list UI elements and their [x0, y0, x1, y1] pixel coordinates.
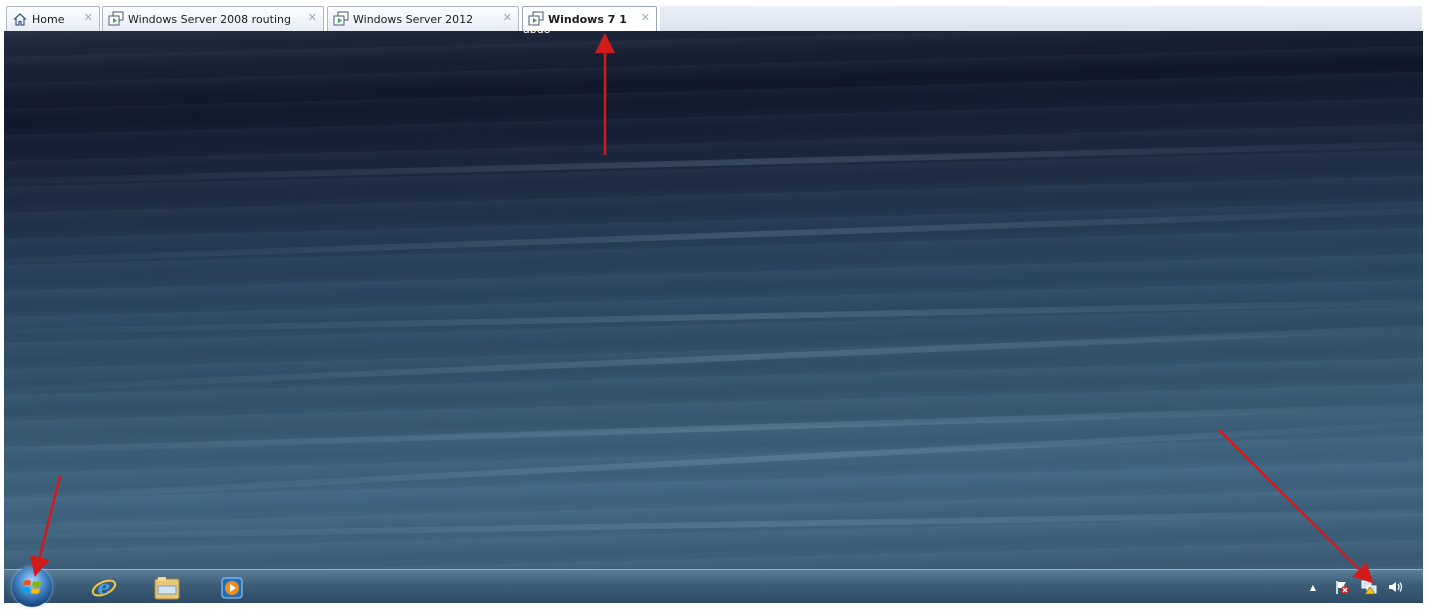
wallpaper-streak: [4, 136, 1423, 187]
taskbar: e ▲: [4, 567, 1423, 607]
window-frame-right: [1423, 31, 1429, 603]
internet-explorer-icon: e: [91, 575, 117, 599]
tab-label: Windows Server 2012: [353, 12, 474, 26]
close-icon[interactable]: ✕: [641, 11, 650, 24]
tab-home[interactable]: Home ✕: [6, 6, 100, 31]
close-icon[interactable]: ✕: [503, 11, 512, 24]
wallpaper-streak: [4, 397, 1423, 457]
tab-tooltip-text: abdo: [523, 23, 551, 36]
wallpaper-streak: [4, 506, 1423, 542]
vm-tab-bar: Home ✕ Windows Server 2008 routing ✕ Win…: [0, 0, 1429, 32]
volume-icon[interactable]: [1386, 579, 1404, 595]
wallpaper-streak: [4, 201, 1423, 267]
file-explorer-button[interactable]: [147, 571, 187, 604]
vm-icon: [108, 11, 124, 27]
tab-windows-server-2012[interactable]: Windows Server 2012 ✕: [327, 6, 519, 31]
network-icon[interactable]: [1360, 579, 1378, 595]
action-center-flag-icon[interactable]: [1333, 579, 1351, 595]
system-tray: ▲: [1293, 570, 1423, 604]
file-explorer-icon: [154, 576, 180, 599]
wallpaper-streak: [4, 295, 1423, 337]
show-hidden-icons-button[interactable]: ▲: [1307, 579, 1319, 595]
tab-label: Windows Server 2008 routing: [128, 12, 291, 26]
close-icon[interactable]: ✕: [308, 11, 317, 24]
tab-label: Windows 7 1: [548, 12, 627, 26]
tab-windows-server-2008-routing[interactable]: Windows Server 2008 routing ✕: [102, 6, 324, 31]
windows-logo-icon: [22, 580, 41, 594]
media-player-button[interactable]: [212, 571, 252, 604]
internet-explorer-button[interactable]: e: [84, 571, 124, 604]
home-icon: [12, 11, 28, 27]
tab-bar-empty-area: [660, 6, 1422, 31]
tab-label: Home: [32, 12, 65, 26]
vm-icon: [333, 11, 349, 27]
close-icon[interactable]: ✕: [84, 11, 93, 24]
media-player-icon: [221, 577, 243, 598]
svg-text:e: e: [98, 575, 111, 599]
windows-desktop[interactable]: [4, 31, 1423, 569]
start-button[interactable]: [12, 567, 52, 607]
